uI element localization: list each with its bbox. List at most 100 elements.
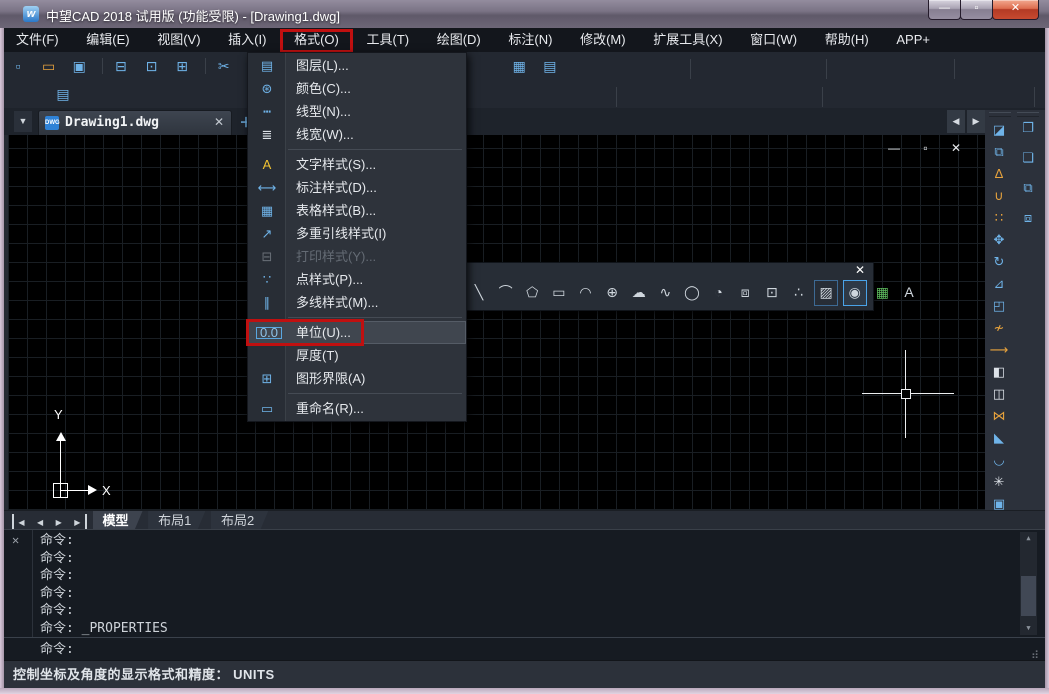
copy-base-icon[interactable]: ⧉: [1016, 178, 1040, 198]
match-properties-icon[interactable]: ▦: [508, 55, 530, 77]
command-input[interactable]: 命令:: [40, 641, 74, 659]
make-block-icon[interactable]: ⊡: [761, 280, 783, 304]
scroll-down-icon[interactable]: ▼: [1020, 622, 1037, 635]
document-tab[interactable]: DWG Drawing1.dwg ✕: [38, 110, 232, 136]
print-preview-icon[interactable]: ⊡: [141, 55, 163, 77]
move-icon[interactable]: ✥: [987, 230, 1011, 250]
ellipse-icon[interactable]: ◯: [681, 280, 703, 304]
gradient-icon[interactable]: ◉: [843, 280, 867, 306]
arc-icon[interactable]: ◠: [575, 280, 597, 304]
point-icon[interactable]: ∴: [788, 280, 810, 304]
menubar-item[interactable]: 扩展工具(X): [641, 28, 734, 52]
offset-icon[interactable]: ∪: [987, 186, 1011, 206]
format-menu-item[interactable]: 厚度(T): [248, 344, 466, 367]
menubar-item[interactable]: 工具(T): [354, 28, 421, 52]
mtext-icon[interactable]: A: [898, 280, 920, 304]
stretch-icon[interactable]: ◰: [987, 296, 1011, 316]
menubar-item[interactable]: 修改(M): [568, 28, 638, 52]
format-menu-item[interactable]: ▦ 表格样式(B)...: [248, 199, 466, 222]
fillet-icon[interactable]: ◡: [987, 450, 1011, 470]
revision-cloud-icon[interactable]: ☁: [628, 280, 650, 304]
layout-tab[interactable]: 布局1: [148, 511, 205, 530]
format-menu-item[interactable]: ⊞ 图形界限(A): [248, 367, 466, 390]
layout-tab[interactable]: 模型: [93, 511, 143, 530]
chamfer-icon[interactable]: ◣: [987, 428, 1011, 448]
menubar-item[interactable]: 绘图(D): [425, 28, 493, 52]
menubar-item[interactable]: 插入(I): [216, 28, 278, 52]
explode-icon[interactable]: ✳: [987, 472, 1011, 492]
plot-icon[interactable]: ⊞: [171, 55, 193, 77]
circle-icon[interactable]: ⊕: [601, 280, 623, 304]
minimize-button[interactable]: —: [928, 0, 961, 20]
close-command-icon[interactable]: ✕: [12, 533, 19, 547]
rotate-icon[interactable]: ↻: [987, 252, 1011, 272]
table-icon[interactable]: ▦: [871, 280, 893, 304]
menubar-item[interactable]: 帮助(H): [813, 28, 881, 52]
drawing-window-controls[interactable]: — ▫ ✕: [888, 141, 971, 155]
array-icon[interactable]: ∷: [987, 208, 1011, 228]
break-at-point-icon[interactable]: ◧: [987, 362, 1011, 382]
format-menu-item[interactable]: ≣ 线宽(W)...: [248, 123, 466, 146]
tab-scroll-left-button[interactable]: ◀: [947, 110, 965, 133]
menubar-item[interactable]: 窗口(W): [738, 28, 809, 52]
rectangle-icon[interactable]: ▭: [548, 280, 570, 304]
ellipse-arc-icon[interactable]: ◔: [708, 280, 730, 304]
format-menu-item[interactable]: 0.0 单位(U)...: [248, 321, 466, 344]
join-icon[interactable]: ⋈: [987, 406, 1011, 426]
format-menu-item[interactable]: ▤ 图层(L)...: [248, 54, 466, 77]
restore-button[interactable]: ▫: [960, 0, 993, 20]
toolbar-grip[interactable]: [989, 112, 1011, 117]
menubar-item[interactable]: 格式(O): [282, 28, 351, 52]
command-scrollbar[interactable]: ▲ ▼: [1020, 532, 1037, 635]
resize-grip-icon[interactable]: ⣴: [1031, 646, 1039, 659]
paste-clip-icon[interactable]: ❏: [1016, 148, 1040, 168]
format-menu-item[interactable]: ┅ 线型(N)...: [248, 100, 466, 123]
extend-icon[interactable]: ⟶: [987, 340, 1011, 360]
break-icon[interactable]: ◫: [987, 384, 1011, 404]
close-icon[interactable]: ✕: [855, 263, 865, 277]
menu-item-icon: ↗: [256, 222, 278, 245]
menubar-item[interactable]: 标注(N): [496, 28, 564, 52]
open-file-icon[interactable]: ▭: [38, 55, 60, 77]
format-menu-item[interactable]: ⊟ 打印样式(Y)...: [248, 245, 466, 268]
polyline-icon[interactable]: ⌒: [495, 280, 517, 304]
doc-tab-list-icon[interactable]: ▼: [14, 111, 32, 132]
save-icon[interactable]: ▣: [68, 55, 90, 77]
scale-icon[interactable]: ⊿: [987, 274, 1011, 294]
properties-icon[interactable]: ▤: [539, 55, 561, 77]
format-menu-item[interactable]: A 文字样式(S)...: [248, 153, 466, 176]
mirror-icon[interactable]: ∆: [987, 164, 1011, 184]
close-button[interactable]: ✕: [992, 0, 1039, 20]
menubar-item[interactable]: 文件(F): [4, 28, 71, 52]
layer-properties-icon[interactable]: ▤: [52, 83, 74, 105]
insert-block-icon[interactable]: ⧈: [734, 280, 756, 304]
format-menu-item[interactable]: ∥ 多线样式(M)...: [248, 291, 466, 314]
menubar-item[interactable]: 视图(V): [145, 28, 212, 52]
scrollbar-thumb[interactable]: [1021, 576, 1036, 616]
format-menu-item[interactable]: ▭ 重命名(R)...: [248, 397, 466, 420]
new-file-icon[interactable]: ▫: [7, 55, 29, 77]
erase-icon[interactable]: ◪: [987, 120, 1011, 140]
format-menu-item[interactable]: ⟷ 标注样式(D)...: [248, 176, 466, 199]
format-menu-item[interactable]: ∵ 点样式(P)...: [248, 268, 466, 291]
trim-icon[interactable]: ≁: [987, 318, 1011, 338]
tab-scroll-right-button[interactable]: ▶: [967, 110, 985, 133]
scroll-up-icon[interactable]: ▲: [1020, 532, 1037, 545]
menubar-item[interactable]: APP+: [884, 28, 942, 52]
copy-object-icon[interactable]: ⧉: [987, 142, 1011, 162]
cut-icon[interactable]: ✂: [213, 55, 235, 77]
print-icon[interactable]: ⊟: [110, 55, 132, 77]
close-tab-icon[interactable]: ✕: [214, 115, 224, 129]
polygon-icon[interactable]: ⬠: [521, 280, 543, 304]
drawing-canvas[interactable]: — ▫ ✕ Y X: [8, 135, 985, 510]
menubar-item[interactable]: 编辑(E): [74, 28, 141, 52]
format-menu-item[interactable]: ⊛ 颜色(C)...: [248, 77, 466, 100]
layout-tab[interactable]: 布局2: [211, 511, 268, 530]
format-menu-item[interactable]: ↗ 多重引线样式(I): [248, 222, 466, 245]
paste-block-icon[interactable]: ⧈: [1016, 208, 1040, 228]
hatch-icon[interactable]: ▨: [814, 280, 838, 306]
spline-icon[interactable]: ∿: [654, 280, 676, 304]
line-icon[interactable]: ╲: [468, 280, 490, 304]
copy-clip-icon[interactable]: ❐: [1016, 118, 1040, 138]
toolbar-grip[interactable]: [1017, 112, 1039, 117]
